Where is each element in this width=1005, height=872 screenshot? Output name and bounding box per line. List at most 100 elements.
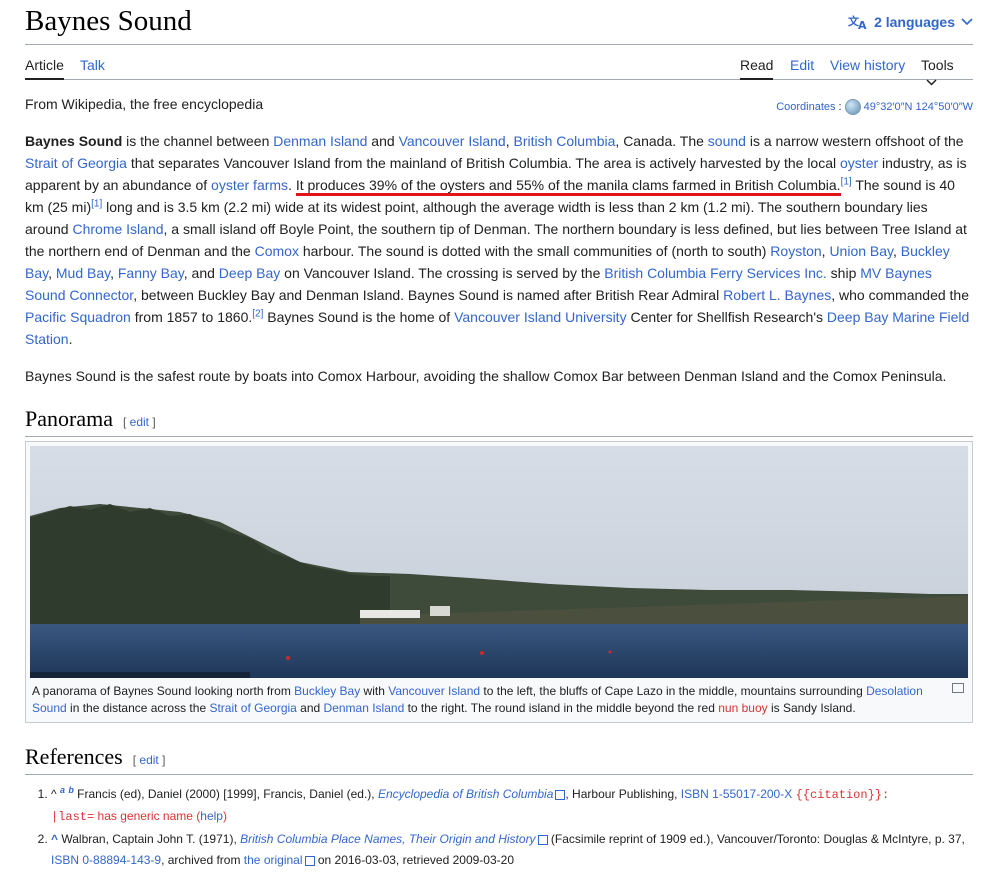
text: is a narrow western offshoot of the bbox=[745, 133, 964, 149]
external-link-icon bbox=[555, 789, 566, 800]
text: Walbran, Captain John T. (1971), bbox=[58, 832, 241, 846]
link-comox[interactable]: Comox bbox=[255, 243, 299, 259]
link-chrome-island[interactable]: Chrome Island bbox=[72, 221, 163, 237]
link-denman-island[interactable]: Denman Island bbox=[273, 133, 367, 149]
ref-2[interactable]: [2] bbox=[252, 308, 263, 319]
text: , between Buckley Bay and Denman Island.… bbox=[133, 287, 724, 303]
text: , and bbox=[183, 265, 219, 281]
book-title: Encyclopedia of British Columbia bbox=[377, 787, 554, 801]
isbn-label[interactable]: ISBN bbox=[51, 853, 79, 867]
text: in the distance across the bbox=[66, 701, 210, 715]
link-fanny-bay[interactable]: Fanny Bay bbox=[118, 265, 184, 281]
languages-button[interactable]: 文 A 2 languages bbox=[848, 14, 973, 30]
panorama-figure: A panorama of Baynes Sound looking north… bbox=[25, 441, 973, 723]
lead-paragraph: Baynes Sound is the channel between Denm… bbox=[25, 130, 973, 350]
link-nun-buoy[interactable]: nun buoy bbox=[718, 701, 767, 715]
error-text: has generic name ( bbox=[94, 809, 201, 823]
backlink[interactable]: ^ bbox=[51, 832, 58, 846]
link-strait-of-georgia[interactable]: Strait of Georgia bbox=[209, 701, 296, 715]
reference-item: ^ Walbran, Captain John T. (1971), Briti… bbox=[51, 829, 973, 871]
reference-item: ^ a b Francis (ed), Daniel (2000) [1999]… bbox=[51, 780, 973, 828]
coordinates: Coordinates: 49°32′0″N 124°50′0″W bbox=[776, 99, 973, 115]
panorama-section-heading: Panorama [ edit ] bbox=[25, 406, 973, 437]
link-robert-l-baynes[interactable]: Robert L. Baynes bbox=[723, 287, 831, 303]
references-section-heading: References [ edit ] bbox=[25, 744, 973, 775]
link-bc-ferries[interactable]: British Columbia Ferry Services Inc. bbox=[604, 265, 827, 281]
text: Baynes Sound is the home of bbox=[263, 309, 455, 325]
isbn-link[interactable]: 1-55017-200-X bbox=[712, 787, 792, 801]
original-label: the original bbox=[243, 853, 303, 867]
citation-error: {{citation}} bbox=[795, 788, 882, 802]
link-royston[interactable]: Royston bbox=[770, 243, 821, 259]
section-edit: [ edit ] bbox=[132, 753, 166, 767]
edit-panorama-link[interactable]: edit bbox=[130, 415, 149, 429]
isbn-link[interactable]: 0-88894-143-9 bbox=[82, 853, 161, 867]
link-mud-bay[interactable]: Mud Bay bbox=[56, 265, 110, 281]
tab-talk[interactable]: Talk bbox=[80, 57, 105, 73]
subtitle-row: From Wikipedia, the free encyclopedia Co… bbox=[25, 80, 973, 120]
text: and bbox=[296, 701, 324, 715]
coordinates-value[interactable]: 49°32′0″N 124°50′0″W bbox=[864, 101, 973, 113]
highlighted-sentence: It produces 39% of the oysters and 55% o… bbox=[295, 177, 841, 196]
book-title: British Columbia Place Names, Their Orig… bbox=[240, 832, 536, 846]
tab-edit[interactable]: Edit bbox=[790, 57, 814, 73]
link-buckley-bay[interactable]: Buckley Bay bbox=[294, 684, 360, 698]
title-row: Baynes Sound 文 A 2 languages bbox=[25, 0, 973, 45]
citation-error-param: |last= bbox=[51, 810, 95, 824]
article-page: Baynes Sound 文 A 2 languages Article Tal… bbox=[25, 0, 973, 867]
text: harbour. The sound is dotted with the sm… bbox=[298, 243, 771, 259]
link-vancouver-island[interactable]: Vancouver Island bbox=[399, 133, 506, 149]
text: from 1857 to 1860. bbox=[130, 309, 253, 325]
isbn-label[interactable]: ISBN bbox=[681, 787, 709, 801]
tab-read[interactable]: Read bbox=[740, 57, 774, 80]
link-oyster-farms[interactable]: oyster farms bbox=[211, 177, 288, 193]
text: . bbox=[288, 177, 296, 193]
encyclopedia-link[interactable]: Encyclopedia of British Columbia bbox=[377, 787, 566, 801]
page-tabs: Article Talk Read Edit View history Tool… bbox=[25, 45, 973, 86]
link-union-bay[interactable]: Union Bay bbox=[829, 243, 893, 259]
text: (Facsimile reprint of 1909 ed.), Vancouv… bbox=[547, 832, 965, 846]
backlink-a[interactable]: a bbox=[60, 785, 65, 795]
help-link[interactable]: help bbox=[200, 809, 223, 823]
text: with bbox=[360, 684, 389, 698]
link-denman-island[interactable]: Denman Island bbox=[324, 701, 405, 715]
link-vancouver-island-university[interactable]: Vancouver Island University bbox=[454, 309, 626, 325]
globe-icon bbox=[844, 99, 861, 115]
text: ship bbox=[826, 265, 861, 281]
caret: ^ bbox=[51, 787, 57, 801]
external-link-icon bbox=[304, 855, 315, 866]
book-link[interactable]: British Columbia Place Names, Their Orig… bbox=[240, 832, 548, 846]
text: Center for Shellfish Research's bbox=[626, 309, 827, 325]
coordinates-label[interactable]: Coordinates bbox=[776, 101, 835, 113]
text: , Canada. The bbox=[615, 133, 708, 149]
text: that separates Vancouver Island from the… bbox=[126, 155, 841, 171]
link-deep-bay[interactable]: Deep Bay bbox=[219, 265, 280, 281]
panorama-heading: Panorama bbox=[25, 406, 113, 431]
bold-title: Baynes Sound bbox=[25, 133, 123, 149]
edit-references-link[interactable]: edit bbox=[139, 753, 158, 767]
enlarge-icon[interactable] bbox=[952, 683, 964, 693]
tab-view-history[interactable]: View history bbox=[830, 57, 905, 73]
svg-text:A: A bbox=[858, 19, 867, 30]
translate-icon: 文 A bbox=[848, 14, 867, 30]
tab-article[interactable]: Article bbox=[25, 57, 64, 80]
text: , bbox=[893, 243, 901, 259]
link-vancouver-island[interactable]: Vancouver Island bbox=[388, 684, 480, 698]
ref-1[interactable]: [1] bbox=[841, 176, 852, 187]
panorama-image[interactable] bbox=[30, 446, 968, 678]
text: . bbox=[68, 331, 73, 347]
text: , archived from bbox=[161, 853, 244, 867]
link-british-columbia[interactable]: British Columbia bbox=[513, 133, 615, 149]
link-oyster[interactable]: oyster bbox=[840, 155, 878, 171]
languages-label: 2 languages bbox=[874, 14, 955, 30]
ref-1[interactable]: [1] bbox=[91, 198, 102, 209]
text: and bbox=[367, 133, 399, 149]
references-heading: References bbox=[25, 744, 123, 769]
chevron-down-icon bbox=[961, 18, 973, 26]
original-link[interactable]: the original bbox=[244, 853, 315, 867]
link-sound[interactable]: sound bbox=[708, 133, 746, 149]
text: , bbox=[110, 265, 118, 281]
error-text: ) bbox=[222, 809, 227, 823]
link-pacific-squadron[interactable]: Pacific Squadron bbox=[25, 309, 131, 325]
link-strait-of-georgia[interactable]: Strait of Georgia bbox=[25, 155, 127, 171]
